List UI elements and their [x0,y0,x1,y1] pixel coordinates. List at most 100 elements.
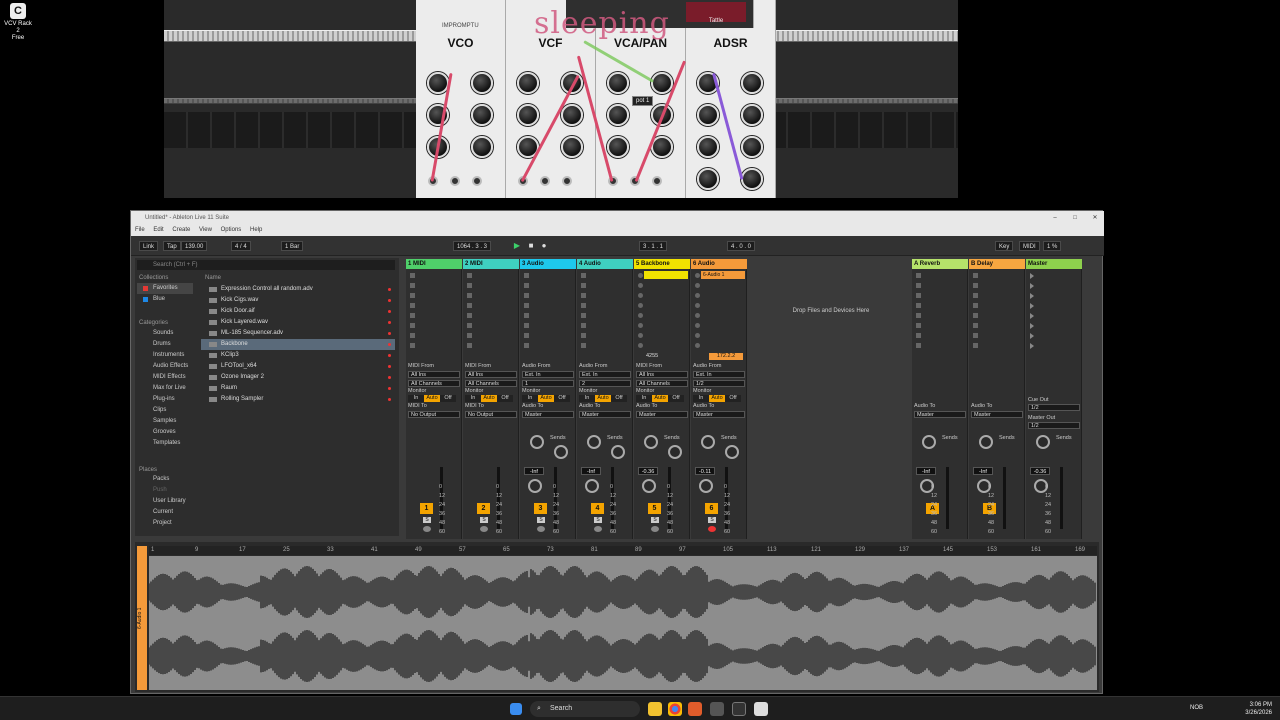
drop-zone[interactable]: Drop Files and Devices Here [741,308,921,314]
send-b-knob[interactable] [554,445,568,459]
clip-slot-button[interactable] [467,303,472,308]
solo-button[interactable]: S [708,517,716,523]
arm-button[interactable] [423,526,431,532]
volume-value[interactable]: -0.36 [638,467,658,475]
clip-slot-button[interactable] [524,343,529,348]
arm-button[interactable] [480,526,488,532]
jack[interactable] [652,176,662,186]
master-out-select[interactable]: 1/2 [1028,422,1080,429]
clip-slot-button[interactable] [410,323,415,328]
monitor-in-button[interactable]: In [636,395,652,402]
track-header[interactable]: 2 MIDI [463,259,519,269]
send-b-knob[interactable] [611,445,625,459]
clip-slot-button[interactable] [638,283,643,288]
arm-button[interactable] [651,526,659,532]
track-activator-button[interactable]: 4 [591,503,604,514]
send-a-knob[interactable] [587,435,601,449]
solo-button[interactable]: S [594,517,602,523]
clip-slot-button[interactable] [467,313,472,318]
clip-slot-button[interactable] [467,323,472,328]
monitor-in-button[interactable]: In [408,395,424,402]
knob[interactable] [471,72,493,94]
volume-value[interactable]: -Inf [916,467,936,475]
clip-slot-button[interactable] [581,293,586,298]
clip-slot-button[interactable] [638,293,643,298]
ruler-bar-label[interactable]: 105 [723,547,733,553]
monitor-in-button[interactable]: In [693,395,709,402]
track-header[interactable]: 5 Backbone [634,259,690,269]
arm-button[interactable] [708,526,716,532]
brave-icon[interactable] [688,702,702,716]
clip-slot-button[interactable] [467,273,472,278]
vcv-rack-desktop-icon[interactable]: C VCV Rack 2 Free [2,3,34,42]
scene-launch-button[interactable] [1030,293,1034,299]
knob[interactable] [697,168,719,190]
cue-out-select[interactable]: 1/2 [1028,404,1080,411]
system-clock[interactable]: 3:06 PM 3/26/2026 [1245,701,1272,717]
clip-slot-button[interactable] [410,303,415,308]
scene-launch-button[interactable] [1030,303,1034,309]
knob[interactable] [471,104,493,126]
monitor-auto-button[interactable]: Auto [652,395,668,402]
monitor-off-button[interactable]: Off [497,395,513,402]
ruler-bar-label[interactable]: 121 [811,547,821,553]
clip-slot-button[interactable] [524,303,529,308]
clip-slot-button[interactable] [695,293,700,298]
track-header[interactable]: 1 MIDI [406,259,462,269]
clip-slot-button[interactable] [638,273,643,278]
clip-slot-button[interactable] [410,333,415,338]
knob[interactable] [561,136,583,158]
track-header[interactable]: 6 Audio [691,259,747,269]
clip-slot-button[interactable] [467,333,472,338]
ruler-bar-label[interactable]: 25 [283,547,290,553]
knob[interactable] [517,104,539,126]
track-header[interactable]: 4 Audio [577,259,633,269]
clip-slot-button[interactable] [638,313,643,318]
clip-6-audio-1[interactable]: 6-Audio 1 [701,271,745,279]
solo-button[interactable]: S [537,517,545,523]
file-explorer-icon[interactable] [648,702,662,716]
send-knob[interactable] [979,435,993,449]
ableton-taskbar-icon[interactable] [732,702,746,716]
clip-slot-button[interactable] [695,343,700,348]
jack[interactable] [540,176,550,186]
knob[interactable] [607,72,629,94]
ruler-bar-label[interactable]: 89 [635,547,642,553]
jack[interactable] [562,176,572,186]
scene-launch-button[interactable] [1030,323,1034,329]
input-channel-select[interactable]: 1 [522,380,574,387]
output-select[interactable]: Master [522,411,574,418]
clip-slot-button[interactable] [524,293,529,298]
start-icon[interactable] [510,703,522,715]
scene-launch-button[interactable] [1030,343,1034,349]
track-activator-button[interactable]: 2 [477,503,490,514]
clip-slot-button[interactable] [581,343,586,348]
ruler-bar-label[interactable]: 41 [371,547,378,553]
knob[interactable] [517,72,539,94]
monitor-off-button[interactable]: Off [440,395,456,402]
clip-slot-button[interactable] [581,323,586,328]
monitor-in-button[interactable]: In [579,395,595,402]
ruler-bar-label[interactable]: 73 [547,547,554,553]
track-activator-button[interactable]: 6 [705,503,718,514]
send-b-knob[interactable] [668,445,682,459]
arm-button[interactable] [594,526,602,532]
clip-slot-button[interactable] [695,333,700,338]
knob[interactable] [741,136,763,158]
track-header[interactable]: 3 Audio [520,259,576,269]
send-b-knob[interactable] [725,445,739,459]
monitor-off-button[interactable]: Off [668,395,684,402]
input-type-select[interactable]: Ext. In [579,371,631,378]
track-activator-button[interactable]: 3 [534,503,547,514]
clip-slot-button[interactable] [695,323,700,328]
output-select[interactable]: Master [971,411,1023,418]
input-type-select[interactable]: Ext. In [522,371,574,378]
input-channel-select[interactable]: 1/2 [693,380,745,387]
track-header[interactable]: Master [1026,259,1082,269]
monitor-off-button[interactable]: Off [554,395,570,402]
output-select[interactable]: Master [914,411,966,418]
track-header[interactable]: B Delay [969,259,1025,269]
send-a-knob[interactable] [530,435,544,449]
input-channel-select[interactable]: All Channels [408,380,460,387]
clip-slot-button[interactable] [410,293,415,298]
